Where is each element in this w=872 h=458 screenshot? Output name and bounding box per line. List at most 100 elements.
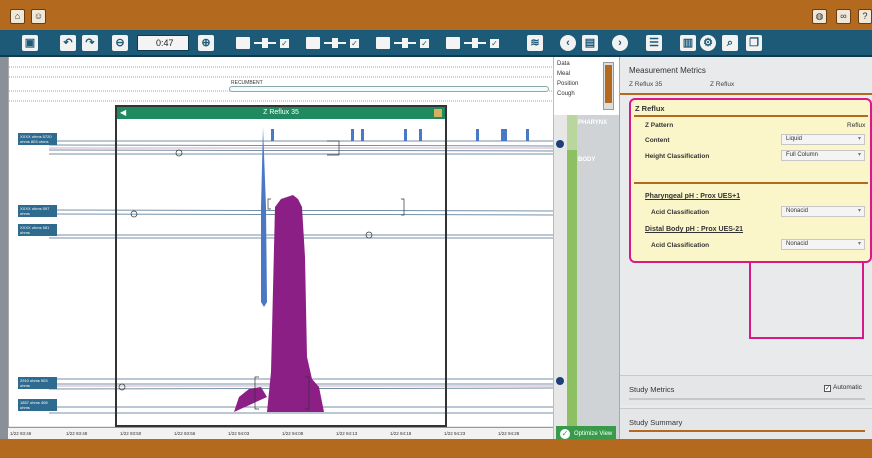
amplitude-slider-2[interactable]: ✓ [306, 37, 366, 49]
event-window-header[interactable]: ◀ Z Reflux 35 [117, 107, 445, 119]
acid-classification-label: Acid Classification [651, 242, 710, 249]
axis-tick-label: 1/22 94:08 [282, 431, 304, 436]
line-chart-icon [446, 37, 460, 49]
check-icon: ✓ [560, 429, 570, 439]
user-icon[interactable]: ☺ [31, 9, 46, 24]
zoom-out-icon[interactable]: ⊖ [112, 35, 128, 51]
axis-tick-label: 1/22 93:48 [66, 431, 88, 436]
checkbox-icon: ✓ [824, 385, 831, 392]
chevron-down-icon: ▾ [857, 136, 861, 142]
magnify-icon[interactable]: ⌕ [722, 35, 738, 51]
channel-dot-icon[interactable] [556, 377, 564, 385]
position-bar[interactable] [229, 86, 549, 92]
link-icon[interactable]: ∞ [836, 9, 851, 24]
mountain-icon [236, 37, 250, 49]
event-item[interactable]: Meal [557, 71, 570, 77]
help-icon[interactable]: ? [858, 9, 872, 24]
copy-icon[interactable]: ❐ [746, 35, 762, 51]
slider-knob[interactable] [332, 38, 338, 48]
pharyngeal-ph-link[interactable]: Pharyngeal pH : Prox UES+1 [645, 193, 740, 200]
checkbox-icon[interactable]: ✓ [490, 39, 499, 48]
region-body-label: BODY [578, 157, 596, 163]
undo-icon[interactable]: ↶ [60, 35, 76, 51]
event-item[interactable]: Position [557, 81, 578, 87]
track-label: XXXX ohms 5720 ohms 803 ohms [18, 133, 57, 145]
panel-divider [620, 93, 872, 95]
events-scrollbar[interactable] [603, 62, 614, 110]
time-scale-value: 0:47 [156, 38, 174, 48]
arrow-left-icon[interactable]: ◀ [120, 107, 126, 119]
z-reflux-card: Z Reflux Z Pattern Reflux Content Liquid… [629, 98, 872, 263]
resize-icon[interactable] [434, 109, 442, 117]
z-reflux-heading: Z Reflux [635, 104, 665, 113]
home-icon[interactable]: ⌂ [10, 9, 25, 24]
axis-tick-label: 1/22 94:03 [228, 431, 250, 436]
track-label: XXXX ohms 597 ohms [18, 205, 57, 217]
document-icon[interactable]: ▤ [582, 35, 598, 51]
measurement-panel: Measurement Metrics Z Reflux 35 Z Reflux… [619, 57, 872, 439]
callout-line [862, 263, 864, 339]
prev-icon[interactable]: ‹ [560, 35, 576, 51]
checkbox-icon[interactable]: ✓ [420, 39, 429, 48]
slider-knob[interactable] [472, 38, 478, 48]
amplitude-slider-1[interactable]: ✓ [236, 37, 296, 49]
zoom-in-icon[interactable]: ⊕ [198, 35, 214, 51]
list-icon[interactable]: ☰ [646, 35, 662, 51]
acid-classification-select[interactable]: Nonacid ▾ [781, 206, 865, 217]
distal-body-ph-link[interactable]: Distal Body pH : Prox UES-21 [645, 226, 743, 233]
amplitude-slider-3[interactable]: ✓ [376, 37, 436, 49]
study-metrics-title: Study Metrics [629, 385, 675, 394]
event-item[interactable]: Data [557, 61, 570, 67]
track-label: 1857 ohms 408 ohms [18, 399, 57, 411]
scroll-thumb[interactable] [605, 65, 612, 103]
axis-tick-label: 1/22 93:56 [174, 431, 196, 436]
axis-tick-label: 1/22 93:50 [120, 431, 142, 436]
amplitude-slider-4[interactable]: ✓ [446, 37, 506, 49]
automatic-checkbox[interactable]: ✓ Automatic [824, 384, 862, 392]
content-label: Content [645, 137, 670, 144]
report-icon[interactable]: ≋ [527, 35, 543, 51]
height-classification-select[interactable]: Full Column ▾ [781, 150, 865, 161]
region-body-bar [567, 150, 577, 439]
acid-classification-label: Acid Classification [651, 209, 710, 216]
status-bar [0, 439, 872, 458]
slider-knob[interactable] [402, 38, 408, 48]
chevron-down-icon: ▾ [857, 152, 861, 158]
channel-dot-icon[interactable] [556, 140, 564, 148]
redo-icon[interactable]: ↷ [82, 35, 98, 51]
axis-tick-label: 1/22 94:18 [390, 431, 412, 436]
time-scale-input[interactable]: 0:47 [137, 35, 189, 51]
axis-tick-label: 1/22 94:28 [498, 431, 520, 436]
axis-tick-label: 1/22 94:13 [336, 431, 358, 436]
checkbox-icon[interactable]: ✓ [280, 39, 289, 48]
callout-line [749, 337, 864, 339]
next-icon[interactable]: › [612, 35, 628, 51]
z-pattern-label: Z Pattern [645, 122, 674, 129]
study-summary-section[interactable]: Study Summary [620, 408, 872, 439]
height-classification-label: Height Classification [645, 153, 710, 160]
region-pharynx-label: PHARYNX [578, 120, 608, 126]
bars-icon [306, 37, 320, 49]
save-icon[interactable]: ▣ [22, 35, 38, 51]
channel-scrollbar[interactable] [553, 115, 567, 439]
callout-line [749, 263, 751, 339]
event-item[interactable]: Cough [557, 91, 575, 97]
track-label: XXXX ohms 581 ohms [18, 224, 57, 236]
axis-tick-label: 1/22 93:46 [10, 431, 32, 436]
event-window[interactable]: ◀ Z Reflux 35 [115, 105, 447, 427]
panel-title: Measurement Metrics [629, 66, 706, 75]
axis-tick-label: 1/22 94:23 [444, 431, 466, 436]
time-axis: 1/22 93:46 1/22 93:48 1/22 93:50 1/22 93… [8, 427, 553, 439]
optimize-view-label: Optimize View [574, 431, 613, 437]
acid-classification-select[interactable]: Nonacid ▾ [781, 239, 865, 250]
settings-icon[interactable]: ⚙ [700, 35, 716, 51]
chevron-down-icon: ▾ [857, 241, 861, 247]
slider-knob[interactable] [262, 38, 268, 48]
checkbox-icon[interactable]: ✓ [350, 39, 359, 48]
study-metrics-section[interactable]: Study Metrics ✓ Automatic [620, 375, 872, 405]
content-select[interactable]: Liquid ▾ [781, 134, 865, 145]
window-icon[interactable]: ▥ [680, 35, 696, 51]
title-bar: ⌂ ☺ ◍ ∞ ? [0, 0, 872, 30]
globe-icon[interactable]: ◍ [812, 9, 827, 24]
panel-sub-left: Z Reflux 35 [629, 81, 663, 88]
